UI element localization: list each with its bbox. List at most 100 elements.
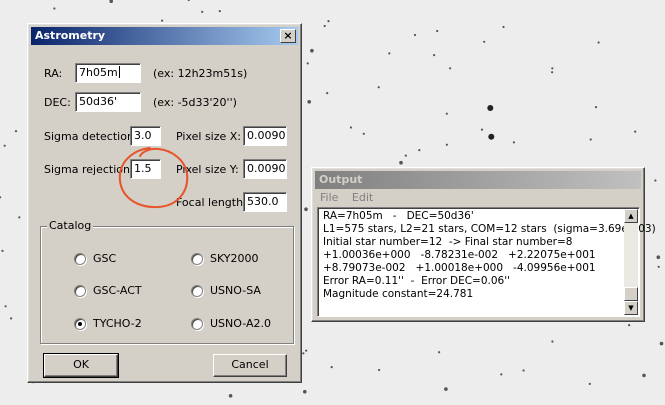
star-dot	[512, 141, 516, 144]
star-dot	[303, 389, 307, 394]
star-dot	[377, 86, 380, 89]
star-dot	[487, 105, 494, 111]
scroll-thumb[interactable]	[624, 287, 638, 301]
star-dot	[3, 144, 6, 147]
scroll-up-button[interactable]: ▲	[624, 209, 638, 223]
star-dot	[14, 130, 18, 133]
star-dot	[187, 0, 190, 2]
star-dot	[444, 387, 448, 391]
radio-gsc-act-label[interactable]: GSC-ACT	[93, 284, 142, 298]
catalog-group-label: Catalog	[47, 219, 94, 233]
output-line: Initial star number=12 -> Final star num…	[323, 236, 573, 248]
radio-usno-sa[interactable]	[191, 285, 203, 297]
dec-input[interactable]: 50d36'	[75, 92, 141, 112]
cancel-button[interactable]: Cancel	[213, 354, 287, 377]
astrometry-title-bar[interactable]: Astrometry ×	[31, 27, 298, 45]
star-dot	[327, 20, 330, 23]
star-dot	[483, 40, 486, 43]
star-dot	[323, 24, 326, 28]
radio-usno-a2-label[interactable]: USNO-A2.0	[210, 317, 271, 331]
star-dot	[656, 255, 661, 259]
star-dot	[433, 54, 436, 57]
dec-label: DEC:	[44, 96, 71, 109]
menu-file[interactable]: File	[315, 189, 343, 206]
star-dot	[53, 7, 56, 10]
star-dot	[438, 351, 441, 354]
star-dot	[378, 368, 381, 372]
star-dot	[306, 62, 309, 65]
output-title: Output	[319, 173, 363, 186]
star-dot	[228, 394, 233, 398]
star-dot	[488, 133, 495, 140]
star-dot	[413, 33, 417, 37]
star-dot	[18, 216, 21, 219]
ok-button[interactable]: OK	[43, 353, 119, 378]
radio-usno-a2[interactable]	[191, 318, 203, 330]
star-dot	[445, 112, 448, 115]
radio-gsc-act[interactable]	[74, 285, 86, 297]
output-title-bar[interactable]: Output	[315, 171, 641, 189]
star-dot	[302, 352, 305, 355]
ra-label: RA:	[44, 67, 63, 80]
star-dot	[657, 265, 660, 268]
output-line: +8.79073e-002 +1.00018e+000 -4.09956e+00…	[323, 262, 596, 274]
radio-tycho-2-label[interactable]: TYCHO-2	[93, 317, 142, 331]
radio-sky2000-label[interactable]: SKY2000	[210, 252, 259, 266]
pixel-size-y-input[interactable]: 0.0090	[243, 159, 287, 179]
sigma-rejection-label: Sigma rejection:	[44, 163, 134, 176]
astrometry-title: Astrometry	[35, 29, 106, 42]
ra-input[interactable]: 7h05m	[75, 63, 141, 83]
output-line: +1.00036e+000 -8.78231e-002 +2.22075e+00…	[323, 249, 596, 261]
radio-sky2000[interactable]	[191, 253, 203, 265]
scroll-down-button[interactable]: ▼	[624, 301, 638, 315]
star-dot	[551, 340, 554, 343]
pixel-size-x-label: Pixel size X:	[176, 130, 242, 143]
star-dot	[399, 160, 403, 165]
astrometry-dialog: Astrometry × RA: 7h05m (ex: 12h23m51s) D…	[27, 23, 302, 383]
star-dot	[551, 67, 554, 70]
radio-usno-sa-label[interactable]: USNO-SA	[210, 284, 261, 298]
scroll-down-arrow-icon: ▼	[628, 304, 634, 312]
close-button[interactable]: ×	[280, 29, 296, 43]
output-line: Error RA=0.11'' - Error DEC=0.06''	[323, 275, 511, 287]
focal-length-input[interactable]: 530.0	[243, 192, 287, 212]
star-dot	[480, 128, 484, 131]
close-icon: ×	[283, 29, 293, 42]
star-dot	[502, 25, 505, 29]
star-dot	[628, 324, 631, 327]
star-dot	[445, 143, 448, 146]
star-dot	[310, 48, 314, 53]
star-dot	[10, 317, 13, 320]
star-dot	[654, 179, 657, 182]
star-dot	[307, 100, 312, 104]
scroll-up-arrow-icon: ▲	[628, 212, 634, 220]
star-dot	[161, 19, 164, 22]
radio-gsc[interactable]	[74, 253, 86, 265]
sigma-detection-input[interactable]: 3.0	[130, 126, 161, 146]
star-dot	[589, 138, 592, 141]
star-dot	[522, 369, 525, 372]
output-line: Magnitude constant=24.781	[323, 288, 474, 300]
star-dot	[418, 149, 421, 152]
sigma-rejection-input[interactable]: 1.5	[130, 159, 161, 179]
star-dot	[304, 207, 308, 211]
star-dot	[0, 196, 2, 199]
radio-tycho-2[interactable]	[74, 318, 86, 330]
output-scrollbar[interactable]: ▲ ▼	[624, 209, 638, 315]
star-dot	[1, 249, 4, 252]
star-dot	[388, 52, 391, 55]
star-dot	[305, 349, 308, 352]
radio-gsc-label[interactable]: GSC	[93, 252, 116, 266]
dec-example: (ex: -5d33'20'')	[153, 96, 237, 109]
focal-length-label: Focal length:	[176, 196, 247, 209]
star-dot	[551, 71, 554, 74]
pixel-size-x-input[interactable]: 0.0090	[243, 126, 287, 146]
star-dot	[218, 10, 221, 13]
menu-edit[interactable]: Edit	[347, 189, 378, 206]
output-text-area[interactable]: RA=7h05m - DEC=50d36' L1=575 stars, L2=2…	[317, 207, 656, 317]
star-dot	[349, 126, 352, 129]
ra-example: (ex: 12h23m51s)	[153, 67, 248, 80]
star-dot	[404, 154, 407, 157]
star-dot	[362, 132, 365, 135]
star-dot	[594, 106, 598, 109]
